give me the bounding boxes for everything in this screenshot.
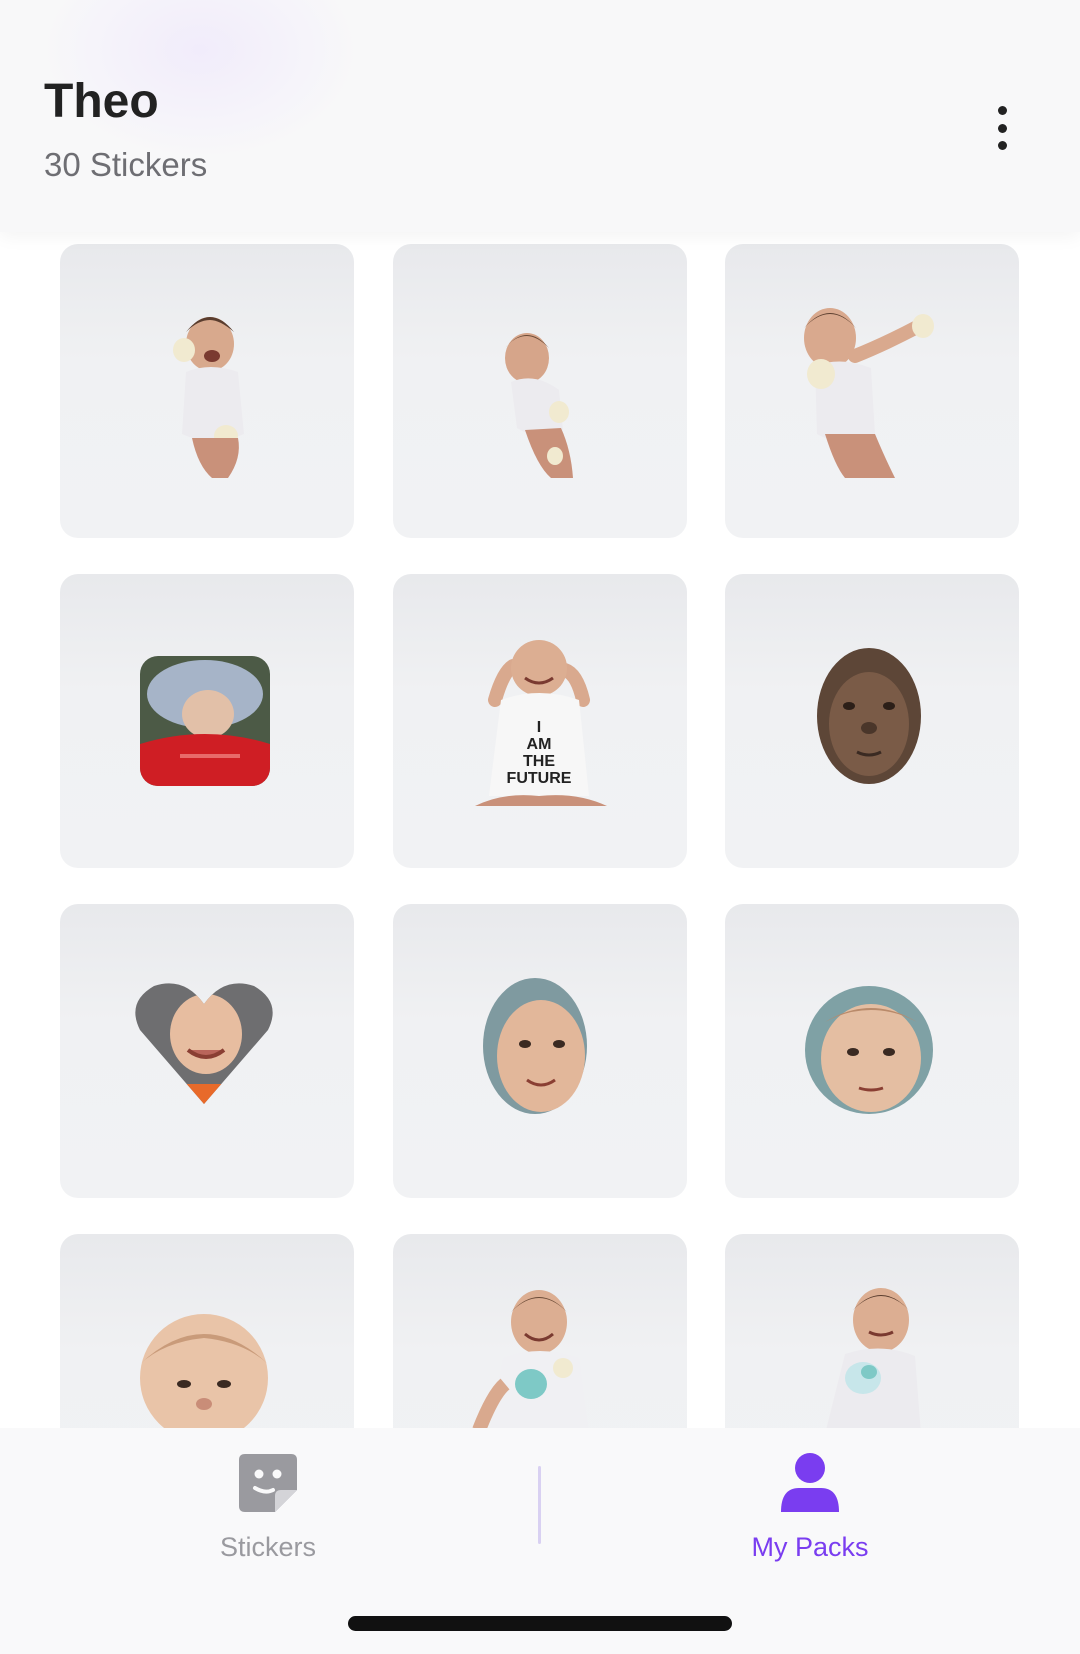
sticker-tile[interactable] xyxy=(60,244,354,538)
sticker-tile[interactable] xyxy=(393,1234,687,1428)
sticker-tile[interactable] xyxy=(725,1234,1019,1428)
pack-title: Theo xyxy=(44,75,159,128)
tab-divider xyxy=(538,1466,541,1544)
svg-text:FUTURE: FUTURE xyxy=(507,770,572,787)
sticker-tile[interactable] xyxy=(725,244,1019,538)
sticker-tile[interactable] xyxy=(393,244,687,538)
baby-sticker-image xyxy=(505,333,573,478)
baby-sticker-image xyxy=(140,656,270,786)
sticker-tile[interactable] xyxy=(60,904,354,1198)
sticker-tile[interactable] xyxy=(393,904,687,1198)
svg-text:THE: THE xyxy=(523,753,555,770)
person-icon xyxy=(781,1453,839,1512)
tab-stickers[interactable]: Stickers xyxy=(118,1450,418,1580)
baby-sticker-image xyxy=(804,308,934,478)
sticker-count: 30 Stickers xyxy=(44,146,208,183)
sticker-tile[interactable]: I AM THE FUTURE xyxy=(393,574,687,868)
sticker-tile[interactable] xyxy=(60,1234,354,1428)
sticker-tile[interactable] xyxy=(725,574,1019,868)
svg-text:AM: AM xyxy=(527,736,552,753)
home-indicator xyxy=(348,1616,732,1631)
baby-sticker-image xyxy=(135,983,273,1104)
baby-sticker-image xyxy=(483,978,587,1114)
sticker-grid: I AM THE FUTURE xyxy=(0,232,1080,1428)
more-vertical-icon[interactable] xyxy=(984,106,1020,150)
svg-text:I: I xyxy=(537,719,541,736)
baby-sticker-image: I AM THE FUTURE xyxy=(475,640,607,806)
baby-sticker-image xyxy=(173,317,244,478)
baby-sticker-image xyxy=(140,1314,268,1428)
sticker-tile[interactable] xyxy=(725,904,1019,1198)
baby-sticker-image xyxy=(826,1288,921,1428)
tab-my-packs[interactable]: My Packs xyxy=(660,1450,960,1580)
pack-header: Theo 30 Stickers xyxy=(0,0,1080,232)
sticker-tile[interactable] xyxy=(60,574,354,868)
tab-stickers-label: Stickers xyxy=(219,1532,317,1562)
baby-sticker-image xyxy=(817,648,921,784)
baby-sticker-image xyxy=(805,986,933,1114)
bottom-tab-bar: Stickers My Packs xyxy=(0,1428,1080,1654)
baby-sticker-image xyxy=(472,1290,589,1428)
tab-my-packs-label: My Packs xyxy=(751,1532,869,1562)
sticker-icon xyxy=(239,1454,297,1512)
